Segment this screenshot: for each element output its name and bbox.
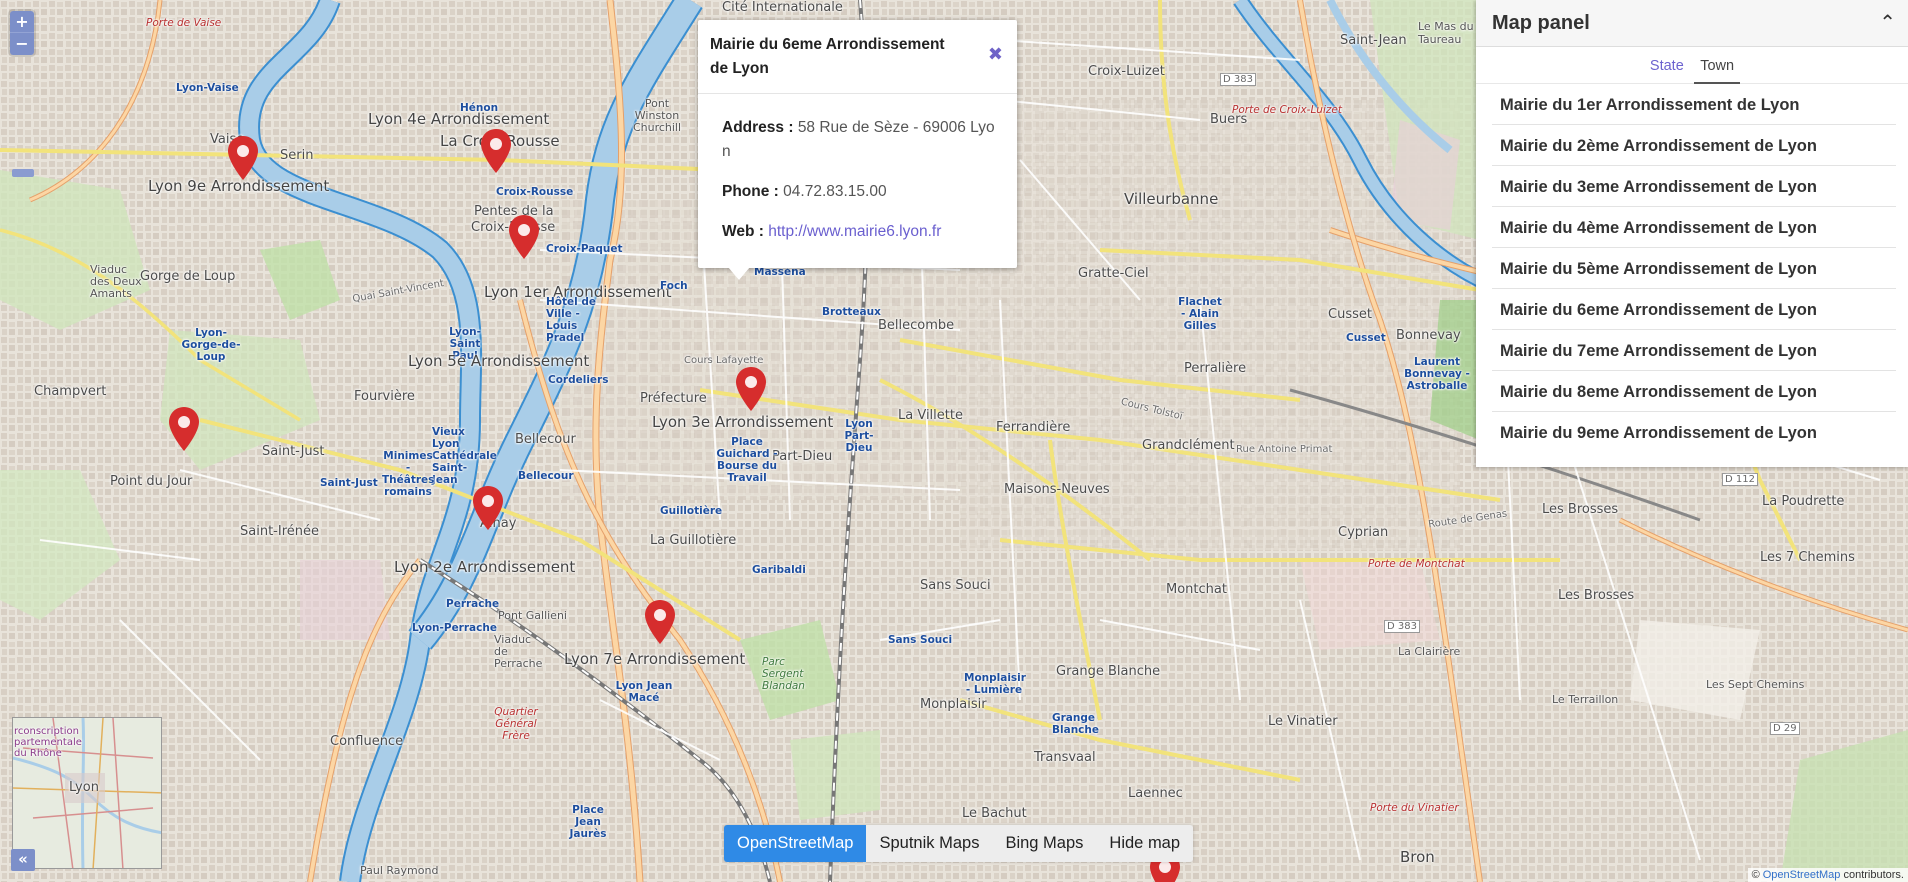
map-marker[interactable]	[169, 407, 199, 451]
layer-openstreetmap-button[interactable]: OpenStreetMap	[724, 825, 867, 862]
panel-tabs: State Town	[1476, 47, 1908, 84]
marker-popup: Mairie du 6eme Arrondissement de Lyon ✖ …	[698, 20, 1017, 268]
layer-bing-button[interactable]: Bing Maps	[992, 825, 1097, 862]
list-item[interactable]: Mairie du 2ème Arrondissement de Lyon	[1492, 125, 1896, 166]
zoom-control: + −	[10, 11, 34, 55]
map-marker[interactable]	[473, 486, 503, 530]
minimap-toggle-button[interactable]: «	[11, 849, 35, 871]
zoom-in-button[interactable]: +	[10, 11, 34, 33]
map-marker[interactable]	[736, 367, 766, 411]
popup-title: Mairie du 6eme Arrondissement de Lyon	[710, 36, 945, 77]
map-marker[interactable]	[228, 136, 258, 180]
popup-web: Web : http://www.mairie6.lyon.fr	[722, 220, 1007, 244]
map-marker[interactable]	[645, 600, 675, 644]
attribution-suffix: contributors.	[1840, 869, 1904, 881]
list-item[interactable]: Mairie du 9eme Arrondissement de Lyon	[1492, 412, 1896, 453]
layer-switcher: OpenStreetMap Sputnik Maps Bing Maps Hid…	[724, 825, 1194, 862]
web-label: Web :	[722, 223, 764, 240]
panel-title: Map panel	[1492, 12, 1590, 34]
hide-map-button[interactable]: Hide map	[1096, 825, 1194, 862]
list-item[interactable]: Mairie du 1er Arrondissement de Lyon	[1492, 84, 1896, 125]
popup-address: Address : 58 Rue de Sèze - 69006 Lyo n	[722, 116, 1007, 164]
zoom-slider-handle[interactable]	[12, 169, 34, 177]
minimap-graphic	[13, 718, 161, 868]
popup-phone: Phone : 04.72.83.15.00	[722, 180, 1007, 204]
web-link[interactable]: http://www.mairie6.lyon.fr	[768, 223, 941, 240]
attribution-prefix: ©	[1751, 869, 1763, 881]
phone-value: 04.72.83.15.00	[783, 183, 887, 200]
phone-label: Phone :	[722, 183, 779, 200]
tab-town[interactable]: Town	[1694, 58, 1741, 84]
town-list: Mairie du 1er Arrondissement de Lyon Mai…	[1476, 84, 1908, 453]
attribution-link[interactable]: OpenStreetMap	[1763, 869, 1841, 881]
panel-header: Map panel ⌃	[1476, 0, 1908, 47]
zoom-out-button[interactable]: −	[10, 33, 34, 55]
map-panel: Map panel ⌃ State Town Mairie du 1er Arr…	[1476, 0, 1908, 467]
close-icon[interactable]: ✖	[988, 44, 1003, 65]
map-marker[interactable]	[509, 215, 539, 259]
list-item[interactable]: Mairie du 7eme Arrondissement de Lyon	[1492, 330, 1896, 371]
map-marker[interactable]	[481, 129, 511, 173]
address-label: Address :	[722, 119, 794, 136]
tab-state[interactable]: State	[1644, 58, 1690, 82]
layer-sputnik-button[interactable]: Sputnik Maps	[866, 825, 993, 862]
list-item[interactable]: Mairie du 3eme Arrondissement de Lyon	[1492, 166, 1896, 207]
list-item[interactable]: Mairie du 8eme Arrondissement de Lyon	[1492, 371, 1896, 412]
popup-divider	[698, 93, 1017, 94]
list-item[interactable]: Mairie du 5ème Arrondissement de Lyon	[1492, 248, 1896, 289]
popup-tip	[728, 267, 750, 280]
list-item[interactable]: Mairie du 4ème Arrondissement de Lyon	[1492, 207, 1896, 248]
chevron-up-icon[interactable]: ⌃	[1879, 10, 1896, 34]
attribution: © OpenStreetMap contributors.	[1747, 868, 1908, 882]
overview-minimap[interactable]: rconscription partementale du Rhône Lyon	[12, 717, 162, 869]
list-item[interactable]: Mairie du 6eme Arrondissement de Lyon	[1492, 289, 1896, 330]
